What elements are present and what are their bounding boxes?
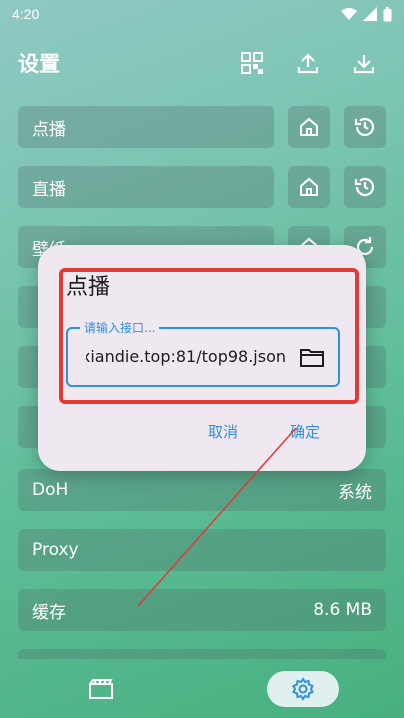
- setting-label: 缓存: [32, 602, 66, 623]
- setting-row-partial: [18, 649, 386, 659]
- setting-row-proxy[interactable]: Proxy: [18, 529, 386, 571]
- nav-vod[interactable]: [65, 671, 137, 707]
- cancel-button[interactable]: 取消: [208, 421, 238, 442]
- annotation-highlight-box: [59, 268, 359, 404]
- download-button[interactable]: [342, 41, 386, 85]
- setting-label: DoH: [32, 480, 69, 500]
- live-history-button[interactable]: [344, 166, 386, 208]
- live-home-button[interactable]: [288, 166, 330, 208]
- vod-home-button[interactable]: [288, 106, 330, 148]
- setting-label: 直播: [32, 179, 66, 200]
- setting-label: Proxy: [32, 540, 79, 560]
- setting-row-live[interactable]: 直播: [18, 166, 274, 208]
- upload-button[interactable]: [286, 41, 330, 85]
- setting-row-vod[interactable]: 点播: [18, 106, 274, 148]
- vod-history-button[interactable]: [344, 106, 386, 148]
- setting-row-doh[interactable]: DoH 系统: [18, 469, 386, 511]
- history-icon: [354, 117, 375, 137]
- home-icon: [300, 117, 318, 136]
- status-time: 4:20: [12, 6, 40, 22]
- clapperboard-icon: [89, 679, 113, 699]
- confirm-button[interactable]: 确定: [290, 421, 320, 442]
- qr-code-button[interactable]: [230, 41, 274, 85]
- setting-value: 8.6 MB: [313, 600, 372, 620]
- qr-code-icon: [241, 52, 263, 74]
- bottom-navigation: [0, 660, 404, 718]
- setting-value: 系统: [338, 482, 372, 503]
- battery-icon: [383, 6, 392, 21]
- setting-label: 点播: [32, 119, 66, 140]
- download-icon: [353, 55, 375, 74]
- home-icon: [300, 177, 318, 196]
- signal-icon: [363, 7, 377, 21]
- upload-icon: [297, 53, 319, 74]
- gear-icon: [292, 677, 314, 701]
- page-title: 设置: [18, 52, 60, 76]
- setting-row-cache[interactable]: 缓存 8.6 MB: [18, 589, 386, 631]
- history-icon: [354, 177, 375, 197]
- wifi-icon: [341, 8, 357, 20]
- status-bar: 4:20: [0, 0, 404, 28]
- app-header: 设置: [0, 40, 404, 86]
- nav-settings[interactable]: [267, 671, 339, 707]
